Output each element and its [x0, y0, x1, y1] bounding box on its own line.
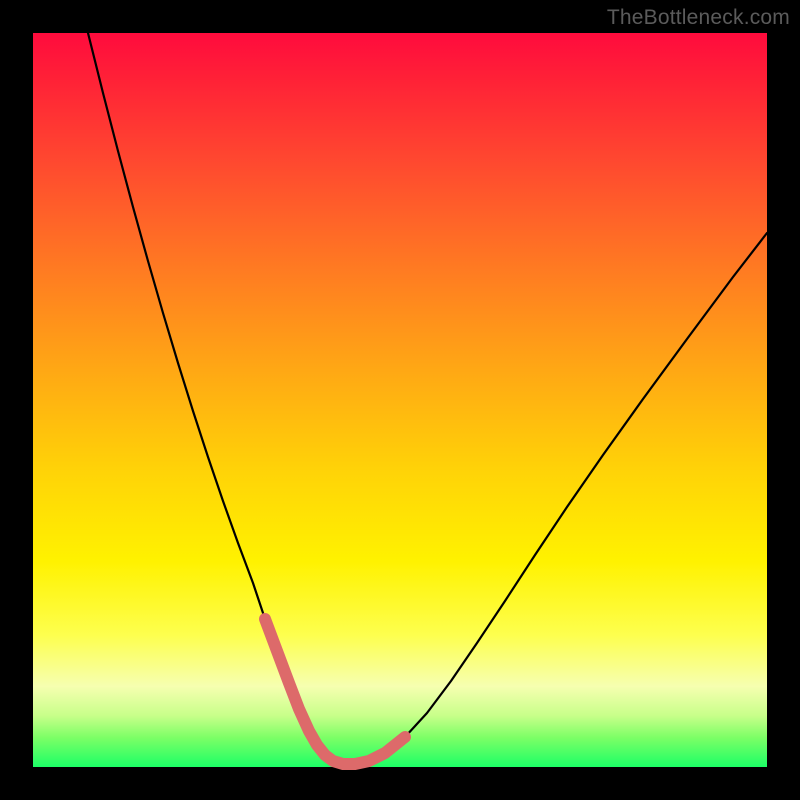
bottleneck-curve [88, 33, 767, 764]
outer-frame: TheBottleneck.com [0, 0, 800, 800]
watermark-text: TheBottleneck.com [607, 6, 790, 30]
plot-area [33, 33, 767, 767]
curve-layer [33, 33, 767, 767]
bottom-highlight [265, 619, 405, 764]
